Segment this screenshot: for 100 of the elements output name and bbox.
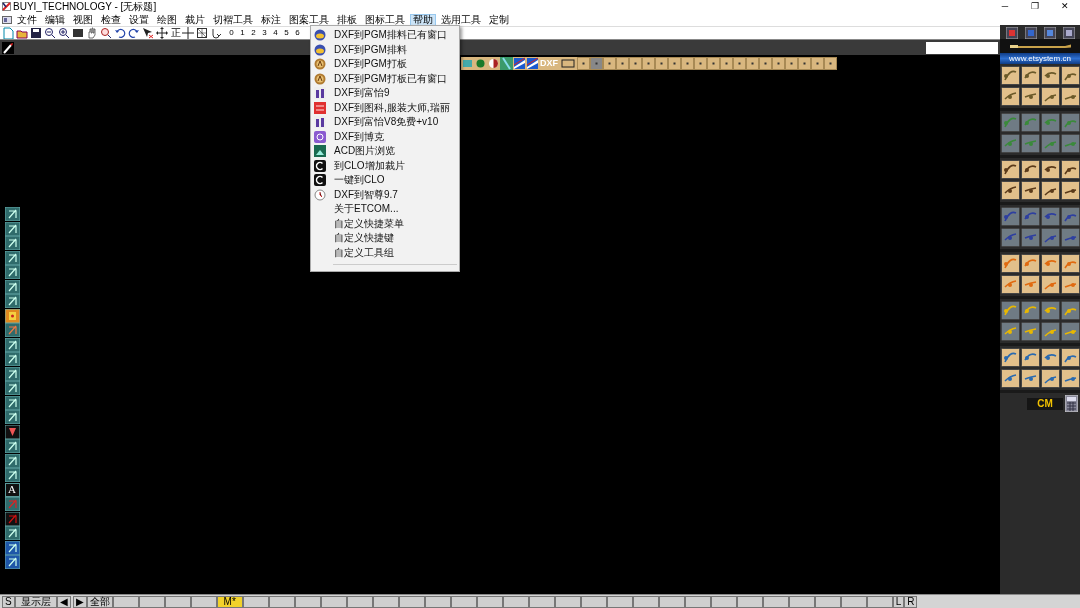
straighten-button[interactable]: 正 [170,28,182,38]
crosshair-icon[interactable] [182,27,194,39]
pattern-tool-icon[interactable] [1000,66,1020,85]
dart-tool-icon[interactable] [1040,207,1060,226]
garment-tool-icon[interactable] [1040,160,1060,179]
marker-tool-icon[interactable] [1020,301,1040,320]
layer-tab[interactable] [112,595,139,608]
menu-item[interactable]: DXF到PGM排料 [311,42,459,57]
save-icon[interactable] [30,27,42,39]
calculator-icon[interactable] [1065,395,1078,412]
piece-tool-icon[interactable] [1000,113,1020,132]
layer-tab[interactable] [424,595,451,608]
layer-tab[interactable] [710,595,737,608]
layer-tab[interactable] [554,595,581,608]
layer-tab[interactable] [658,595,685,608]
next-button[interactable]: ▶ [72,595,87,608]
marker-tool-icon[interactable] [1040,301,1060,320]
menu-item[interactable]: DXF到富怡V8免费+v10 [311,115,459,130]
marker-tool-icon[interactable] [1000,301,1020,320]
zoom-out-icon[interactable] [44,27,56,39]
measure-tool-icon[interactable] [1040,348,1060,367]
piece-tool-icon[interactable] [1060,134,1080,153]
piece-tool-icon[interactable] [1020,134,1040,153]
select-icon[interactable] [142,27,154,39]
pattern-tool-icon[interactable] [1040,66,1060,85]
layer-tab[interactable] [138,595,165,608]
marker-tool-icon[interactable] [1060,301,1080,320]
layer-tab[interactable] [320,595,347,608]
unit-button[interactable]: CM [1027,397,1063,410]
garment-tool-icon[interactable] [1000,181,1020,200]
menu-item[interactable]: 帮助 [410,13,436,26]
menu-item[interactable]: 检查 [98,13,124,26]
menu-item[interactable]: 自定义快捷菜单 [311,216,459,231]
s-button[interactable]: S [2,595,15,608]
yin-yang-icon[interactable] [487,57,500,70]
measure-tool-icon[interactable] [1060,348,1080,367]
layer-tab[interactable] [164,595,191,608]
layer-digit-button[interactable]: 2 [248,28,259,38]
menu-item[interactable]: 切褶工具 [210,13,256,26]
layer-tab[interactable] [606,595,633,608]
dart-tool-icon[interactable] [1020,207,1040,226]
pattern-tool-icon[interactable] [1040,87,1060,106]
garment-tool-icon[interactable] [1020,160,1040,179]
layer-digit-button[interactable]: 4 [270,28,281,38]
menu-item[interactable]: 标注 [258,13,284,26]
menu-item[interactable]: 一键到CLO [311,173,459,188]
screen-icon[interactable] [72,27,84,39]
layer-tab[interactable] [502,595,529,608]
layer-digit-button[interactable]: 6 [292,28,303,38]
layer-tab[interactable] [372,595,399,608]
layout-tool-icon[interactable] [1020,275,1040,294]
menu-item[interactable]: DXF到富怡9 [311,86,459,101]
layout-tool-icon[interactable] [1060,275,1080,294]
text-tool-button[interactable]: A [4,482,20,497]
menu-item[interactable]: 文件 [14,13,40,26]
layer-tab[interactable] [242,595,269,608]
undo-icon[interactable] [114,27,126,39]
menu-item[interactable]: 关于ETCOM... [311,202,459,217]
layer-tab[interactable] [346,595,373,608]
command-field[interactable] [926,41,998,54]
piece-tool-icon[interactable] [1000,134,1020,153]
menu-item[interactable]: 图案工具 [286,13,332,26]
menu-item[interactable]: 自定义工具组 [311,245,459,260]
layout-tool-icon[interactable] [1040,254,1060,273]
layer-field[interactable]: 显示层 [14,595,57,608]
measure-tool-icon[interactable] [1020,369,1040,388]
marker-tool-icon[interactable] [1040,322,1060,341]
menu-item[interactable]: 到CLO增加裁片 [311,158,459,173]
piece-tool-icon[interactable] [1060,113,1080,132]
measure-tool-icon[interactable] [1040,369,1060,388]
pattern-tool-icon[interactable] [1060,66,1080,85]
menu-item[interactable]: 绘图 [154,13,180,26]
layout-tool-icon[interactable] [1000,254,1020,273]
close-button[interactable]: ✕ [1050,2,1080,11]
layer-tab[interactable] [268,595,295,608]
layer-tab[interactable] [528,595,555,608]
layer-digit-button[interactable]: 0 [226,28,237,38]
zoom-icon[interactable] [100,27,112,39]
menu-item[interactable]: 图标工具 [362,13,408,26]
pen-icon[interactable] [2,41,14,54]
pattern-tool-icon[interactable] [1020,87,1040,106]
menu-item[interactable]: 定制 [486,13,512,26]
dart-tool-icon[interactable] [1020,228,1040,247]
layer-tab[interactable] [866,595,893,608]
piece-tool-icon[interactable] [1040,134,1060,153]
layer-tab[interactable] [294,595,321,608]
layer-digit-button[interactable]: 1 [237,28,248,38]
menu-item[interactable]: DXF到PGM排料已有窗口 [311,28,459,43]
document-icon[interactable] [2,15,12,24]
redo-icon[interactable] [128,27,140,39]
layer-digit-button[interactable]: 5 [281,28,292,38]
menu-item[interactable]: 排板 [334,13,360,26]
garment-tool-icon[interactable] [1040,181,1060,200]
zoom-in-icon[interactable] [58,27,70,39]
export-icon[interactable] [559,57,577,70]
measure-tool-icon[interactable] [1020,348,1040,367]
minimize-button[interactable]: ─ [990,2,1020,11]
menu-item[interactable]: DXF到博克 [311,129,459,144]
layer-tab[interactable] [814,595,841,608]
layout-tool-icon[interactable] [1040,275,1060,294]
